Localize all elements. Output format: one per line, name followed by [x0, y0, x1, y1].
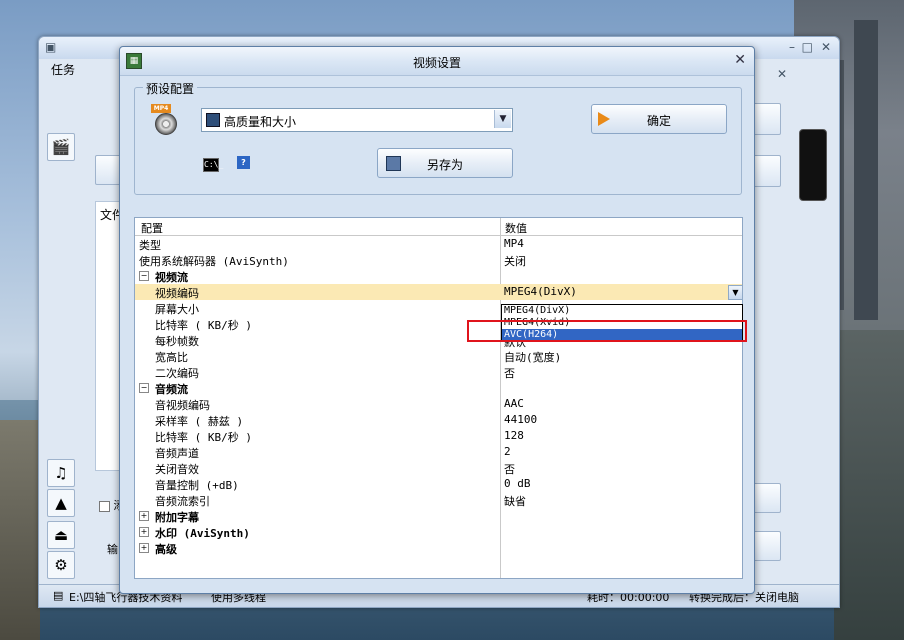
row-key: 比特率 ( KB/秒 ) [155, 431, 252, 444]
expand-icon[interactable]: + [139, 511, 149, 521]
row-key: 视频编码 [155, 287, 199, 300]
row-key: 宽高比 [155, 351, 188, 364]
film-icon [206, 113, 220, 127]
dialog-close-icon[interactable]: ✕ [734, 52, 746, 68]
table-row[interactable]: 二次编码 否 [135, 364, 742, 380]
row-key: 屏幕大小 [155, 303, 199, 316]
category-row-advanced[interactable]: + 高级 [135, 540, 742, 556]
property-grid: 配置 数值 类型 MP4 使用系统解码器 (AviSynth) 关闭 − 视频流… [134, 217, 743, 579]
table-row[interactable]: 音频流索引 缺省 [135, 492, 742, 508]
row-key: 每秒帧数 [155, 335, 199, 348]
side-video-icon[interactable]: 🎬 [47, 133, 75, 161]
dialog-titlebar: ▦ 视频设置 ✕ [120, 47, 754, 76]
right-output-button[interactable] [753, 483, 781, 513]
minimize-icon[interactable]: – [789, 40, 795, 54]
save-as-button[interactable]: 另存为 [377, 148, 513, 178]
table-row[interactable]: 使用系统解码器 (AviSynth) 关闭 [135, 252, 742, 268]
row-key: 关闭音效 [155, 463, 199, 476]
row-value: MP4 [504, 237, 524, 250]
row-key: 采样率 ( 赫兹 ) [155, 415, 244, 428]
row-value: 否 [504, 367, 515, 380]
save-as-button-label: 另存为 [426, 158, 463, 172]
property-grid-header: 配置 数值 [135, 218, 742, 236]
row-key: 二次编码 [155, 367, 199, 380]
category-row-subtitle[interactable]: + 附加字幕 [135, 508, 742, 524]
table-row-selected[interactable]: 视频编码 MPEG4(DivX) ▼ [135, 284, 743, 300]
maximize-icon[interactable]: □ [802, 40, 813, 54]
chevron-down-icon[interactable]: ▼ [728, 285, 743, 300]
side-tools-icon[interactable]: ⚙ [47, 551, 75, 579]
right-option-button[interactable] [753, 155, 781, 187]
mp4-format-icon: MP4 [151, 104, 177, 135]
chevron-down-icon[interactable]: ▼ [494, 110, 511, 128]
row-key: 类型 [139, 239, 161, 252]
row-value: AAC [504, 397, 524, 410]
row-value: 2 [504, 445, 511, 458]
category-label: 视频流 [155, 271, 188, 284]
dropdown-option[interactable]: MPEG4(DivX) [502, 305, 742, 317]
status-folder-icon: ▤ [53, 589, 64, 602]
table-row[interactable]: 比特率 ( KB/秒 ) 128 [135, 428, 742, 444]
row-value: 关闭 [504, 255, 526, 268]
phone-device-image [799, 129, 827, 201]
category-row-video[interactable]: − 视频流 [135, 268, 742, 284]
app-icon: ▣ [45, 40, 57, 54]
expand-icon[interactable]: + [139, 527, 149, 537]
table-row[interactable]: 类型 MP4 [135, 236, 742, 252]
right-start-button[interactable] [753, 531, 781, 561]
table-row[interactable]: 音量控制 (+dB) 0 dB [135, 476, 742, 492]
help-icon[interactable]: ? [237, 156, 250, 169]
category-label: 高级 [155, 543, 177, 556]
category-label: 音频流 [155, 383, 188, 396]
row-key: 音频声道 [155, 447, 199, 460]
row-value: 128 [504, 429, 524, 442]
table-row[interactable]: 关闭音效 否 [135, 460, 742, 476]
menu-tab-tasks[interactable]: 任务 [51, 61, 75, 78]
ok-button-label: 确定 [646, 114, 671, 128]
row-value: 缺省 [504, 495, 526, 508]
row-value: 44100 [504, 413, 538, 426]
sub-window-icon [83, 73, 89, 79]
right-toolbar-button[interactable] [753, 103, 781, 135]
row-key: 音频流索引 [155, 495, 210, 508]
category-row-audio[interactable]: − 音频流 [135, 380, 742, 396]
row-value: MPEG4(DivX) [504, 285, 577, 298]
row-value: 否 [504, 463, 515, 476]
expand-icon[interactable]: + [139, 543, 149, 553]
ok-button[interactable]: 确定 [591, 104, 727, 134]
preset-select[interactable]: 高质量和大小 ▼ [201, 108, 513, 132]
sub-window-close-icon[interactable]: ✕ [777, 67, 787, 81]
wallpaper-rock-left [0, 420, 40, 640]
category-row-watermark[interactable]: + 水印 (AviSynth) [135, 524, 742, 540]
collapse-icon[interactable]: − [139, 271, 149, 281]
side-disc-icon[interactable]: ⏏ [47, 521, 75, 549]
table-row[interactable]: 宽高比 自动(宽度) [135, 348, 742, 364]
row-key: 音量控制 (+dB) [155, 479, 239, 492]
category-label: 水印 (AviSynth) [155, 527, 250, 540]
output-label: 输 [107, 543, 118, 556]
add-checkbox[interactable] [99, 500, 110, 512]
category-label: 附加字幕 [155, 511, 199, 524]
close-icon[interactable]: ✕ [821, 40, 831, 54]
collapse-icon[interactable]: − [139, 383, 149, 393]
column-config: 配置 [141, 222, 163, 235]
table-row[interactable]: 采样率 ( 赫兹 ) 44100 [135, 412, 742, 428]
side-picture-icon[interactable]: ▲ [47, 489, 75, 517]
column-value: 数值 [505, 222, 527, 235]
table-row[interactable]: 音视频编码 AAC [135, 396, 742, 412]
table-row[interactable]: 音频声道 2 [135, 444, 742, 460]
preset-select-value: 高质量和大小 [224, 115, 297, 129]
preset-group-label: 预设配置 [143, 80, 198, 97]
row-key: 比特率 ( KB/秒 ) [155, 319, 252, 332]
wallpaper-rock-right [834, 330, 904, 640]
row-key: 使用系统解码器 (AviSynth) [139, 255, 289, 268]
row-value: 0 dB [504, 477, 531, 490]
command-line-icon[interactable]: C:\_ [203, 158, 223, 172]
side-audio-icon[interactable]: ♫ [47, 459, 75, 487]
dialog-title: 视频设置 [412, 56, 461, 70]
preset-group: 预设配置 MP4 高质量和大小 ▼ 确定 C:\_ ? 另存为 [134, 80, 742, 195]
annotation-highlight-box [467, 320, 747, 342]
row-value: 自动(宽度) [504, 351, 562, 364]
row-key: 音视频编码 [155, 399, 210, 412]
